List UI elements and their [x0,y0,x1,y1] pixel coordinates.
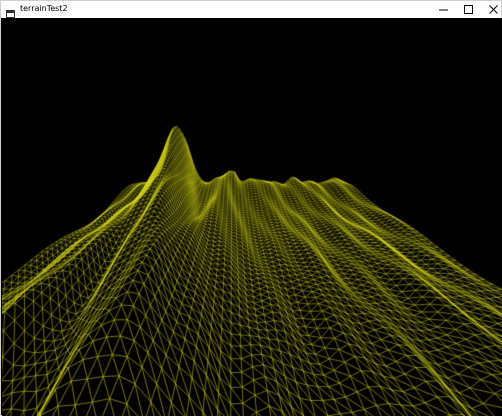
title-bar[interactable]: terrainTest2 [1,1,501,18]
window-icon [6,5,15,18]
app-window: terrainTest2 [0,0,502,416]
close-icon [489,5,498,14]
close-button[interactable] [479,1,502,18]
terrain-wireframe [2,18,502,416]
maximize-icon [464,5,473,14]
window-title: terrainTest2 [20,4,68,13]
render-viewport[interactable] [2,18,502,416]
minimize-icon [439,9,448,11]
